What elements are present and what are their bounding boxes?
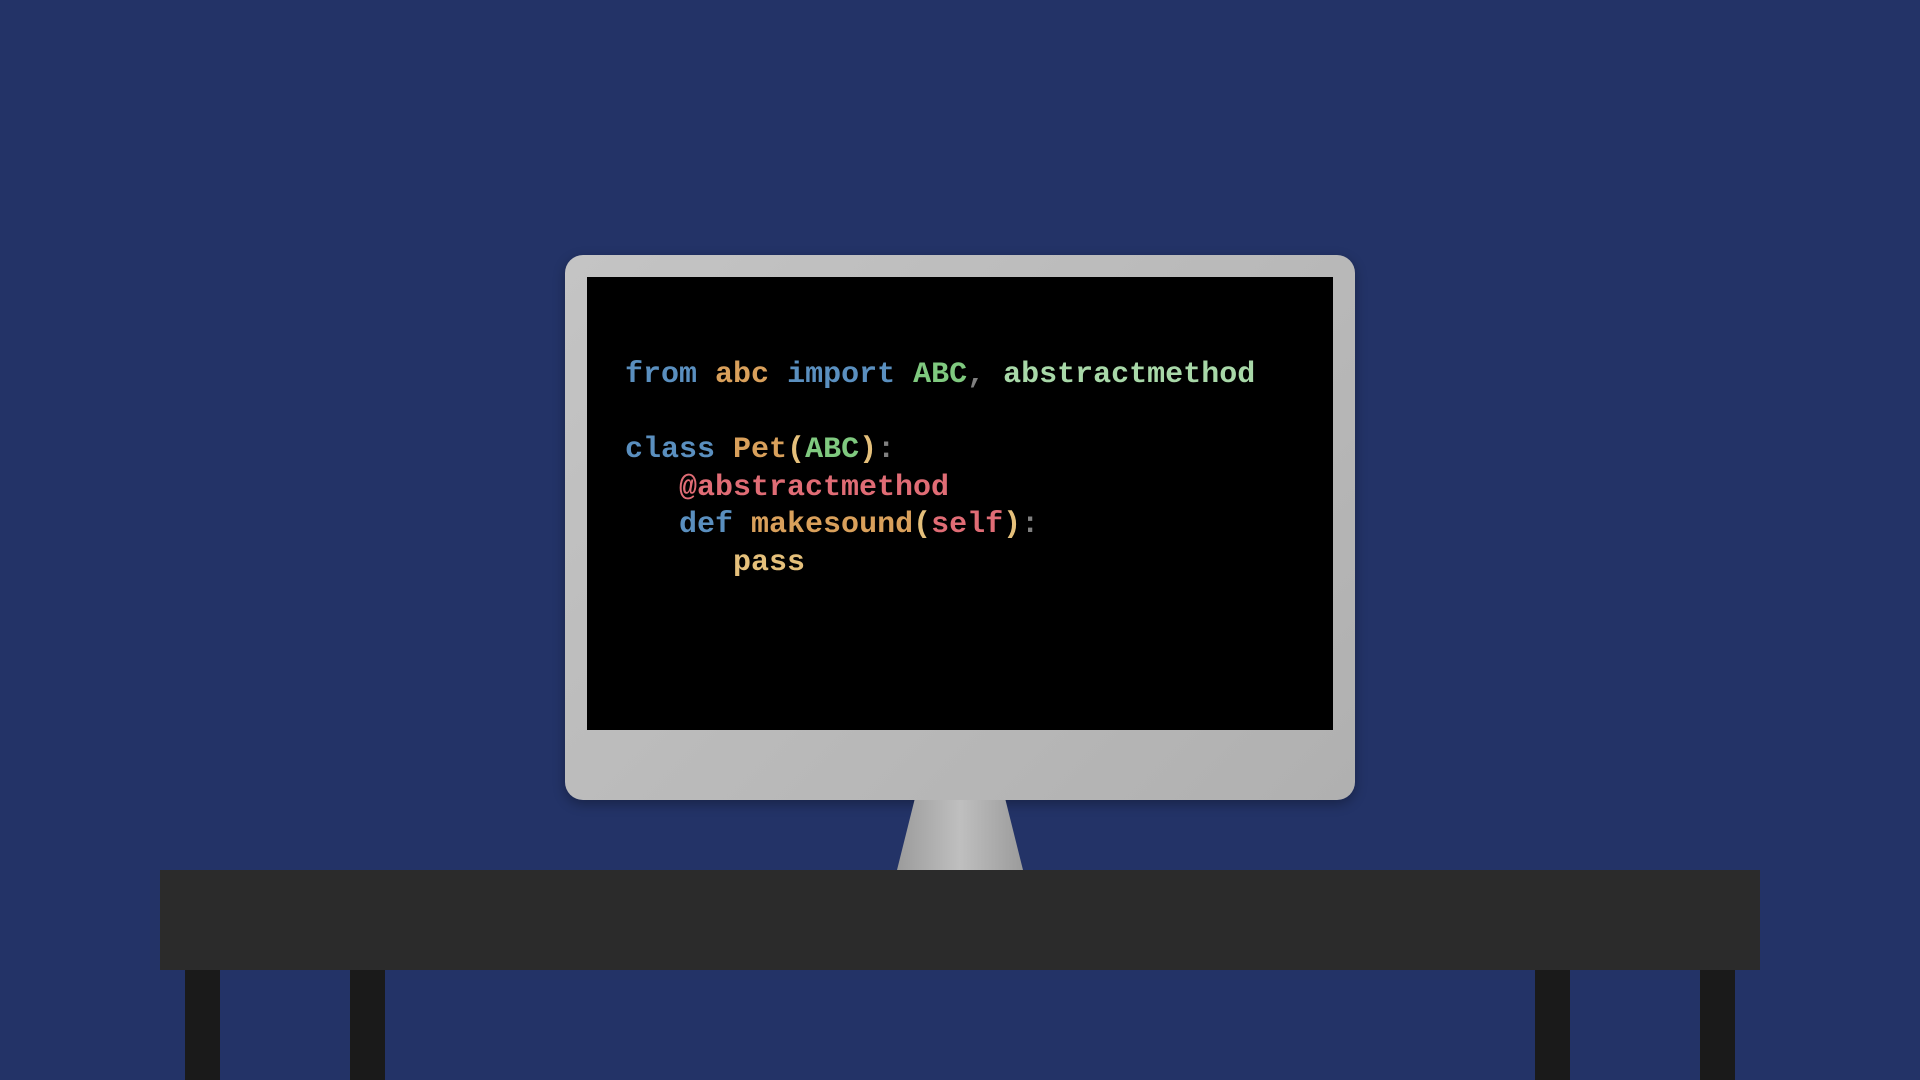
monitor-bezel: from abc import ABC, abstractmethod clas… xyxy=(565,255,1355,800)
decorator: @abstractmethod xyxy=(679,471,949,505)
lparen: ( xyxy=(787,433,805,467)
keyword-def: def xyxy=(679,508,733,542)
desk-leg xyxy=(1535,970,1570,1080)
colon: : xyxy=(877,433,895,467)
keyword-import: import xyxy=(787,358,895,392)
class-name: Pet xyxy=(733,433,787,467)
colon-fn: : xyxy=(1021,508,1039,542)
rparen: ) xyxy=(859,433,877,467)
param-self: self xyxy=(931,508,1003,542)
desk-top xyxy=(160,870,1760,970)
keyword-pass: pass xyxy=(733,546,805,580)
monitor-stand-neck xyxy=(895,800,1025,878)
rparen-fn: ) xyxy=(1003,508,1021,542)
import-name-abstractmethod: abstractmethod xyxy=(1003,358,1255,392)
keyword-class: class xyxy=(625,433,715,467)
desk-leg xyxy=(185,970,220,1080)
comma: , xyxy=(967,358,985,392)
desk xyxy=(160,870,1760,1080)
function-name: makesound xyxy=(751,508,913,542)
base-class: ABC xyxy=(805,433,859,467)
lparen-fn: ( xyxy=(913,508,931,542)
import-name-abc: ABC xyxy=(913,358,967,392)
monitor-assembly: from abc import ABC, abstractmethod clas… xyxy=(565,255,1355,900)
code-screen: from abc import ABC, abstractmethod clas… xyxy=(587,277,1333,730)
desk-leg xyxy=(1700,970,1735,1080)
keyword-from: from xyxy=(625,358,697,392)
desk-legs xyxy=(160,970,1760,1080)
desk-leg xyxy=(350,970,385,1080)
module-name: abc xyxy=(715,358,769,392)
